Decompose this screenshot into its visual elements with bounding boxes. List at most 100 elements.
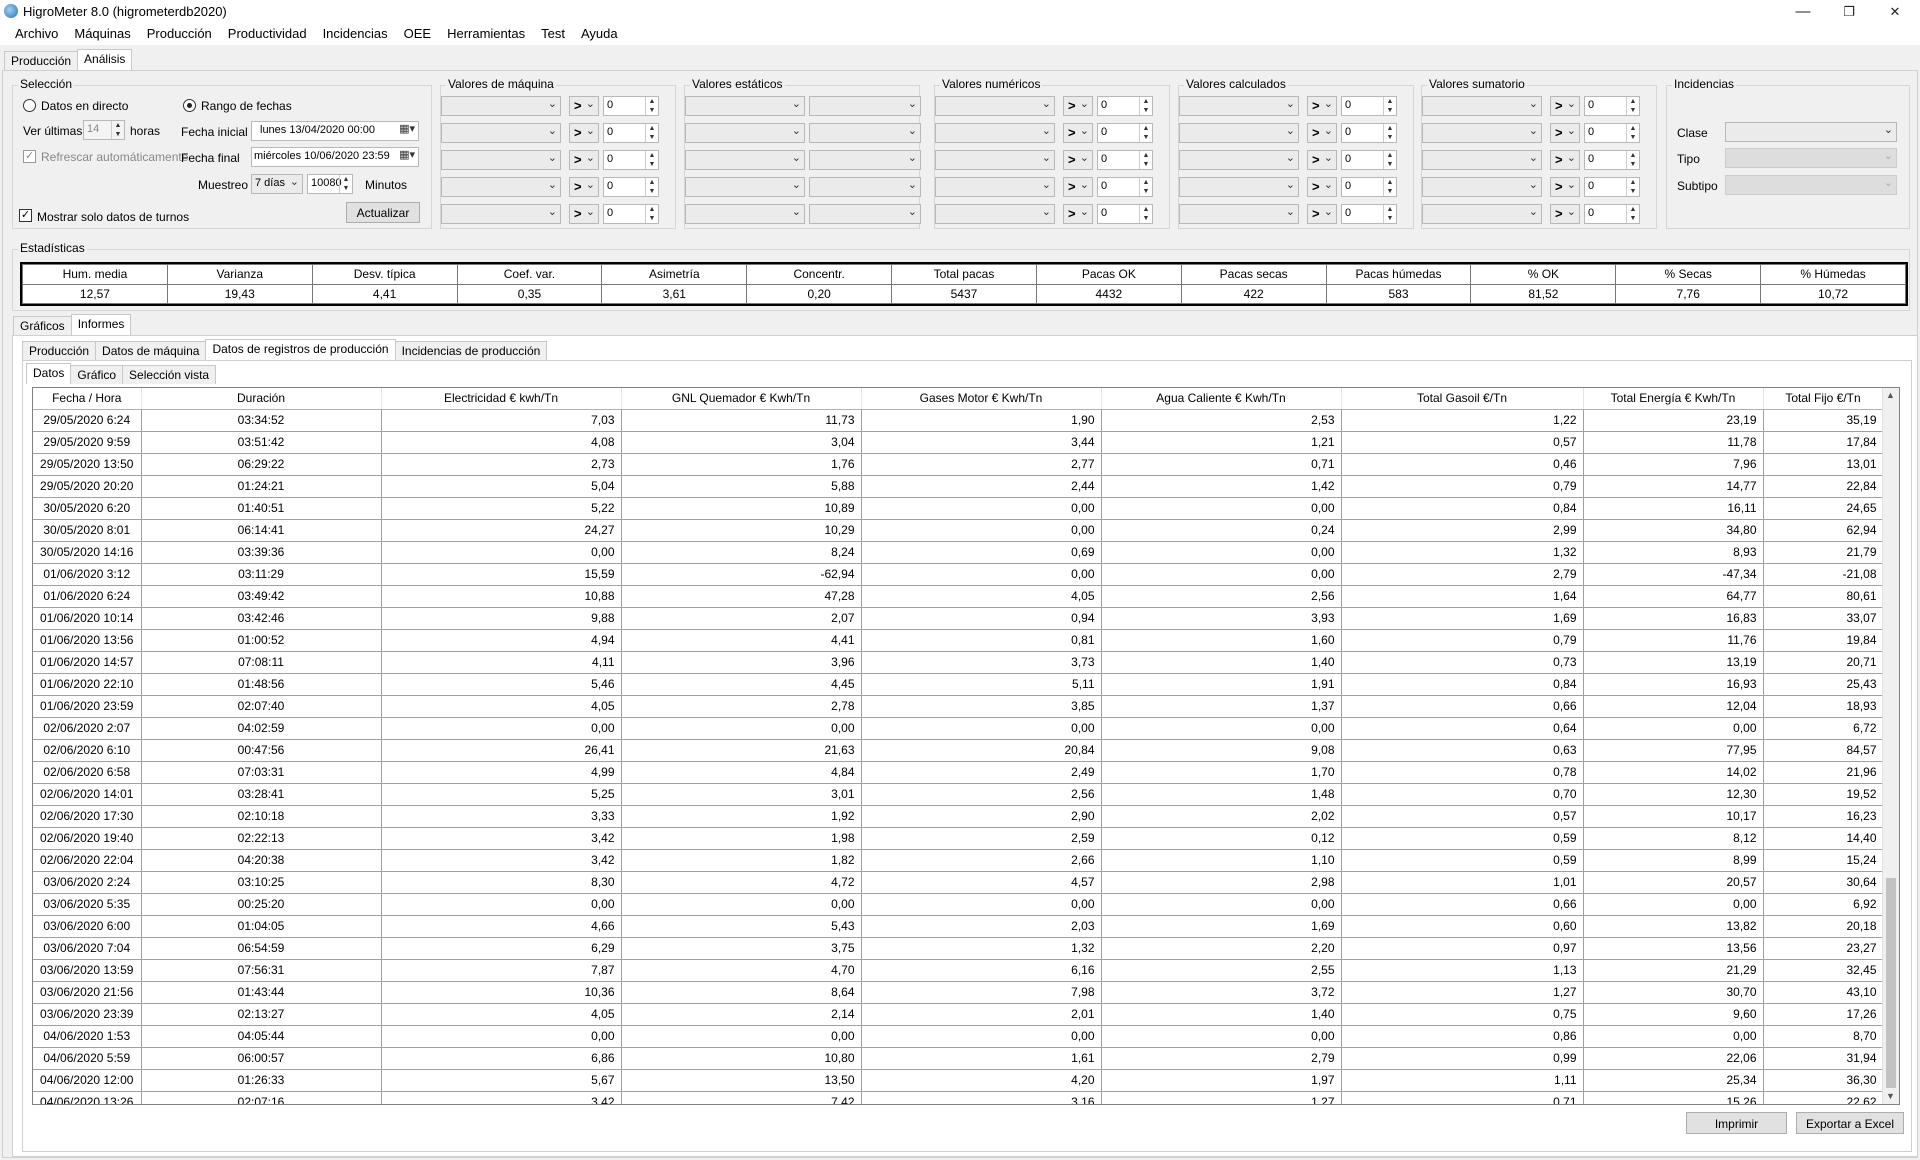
table-row[interactable]: 02/06/2020 14:01 03:28:41 5,25 3,01 2,56 1,48… xyxy=(33,783,1884,806)
scroll-thumb[interactable] xyxy=(1886,878,1896,1088)
operator-select[interactable]: > ⌄ xyxy=(1550,204,1580,224)
minutos-input[interactable]: 10080 ▲ ▼ xyxy=(307,174,353,194)
threshold-input[interactable]: 0 ▲ ▼ xyxy=(1097,150,1153,170)
operator-select[interactable]: > ⌄ xyxy=(1307,96,1337,116)
table-row[interactable]: 02/06/2020 2:07 04:02:59 0,00 0,00 0,00 0,00 0… xyxy=(33,717,1884,740)
threshold-input[interactable]: 0 ▲ ▼ xyxy=(1097,96,1153,116)
variable-select[interactable]: ⌄ xyxy=(1179,96,1299,116)
tab-datos-maquina[interactable]: Datos de máquina xyxy=(95,341,207,360)
table-row[interactable]: 30/05/2020 14:16 03:39:36 0,00 8,24 0,69 0,00… xyxy=(33,541,1884,564)
variable-select[interactable]: ⌄ xyxy=(1422,204,1542,224)
threshold-spinner[interactable]: ▲ ▼ xyxy=(1626,178,1639,196)
tab-informes[interactable]: Informes xyxy=(70,314,132,335)
variable-select[interactable]: ⌄ xyxy=(935,96,1055,116)
tab-seleccion-vista[interactable]: Selección vista xyxy=(122,365,217,384)
threshold-input[interactable]: 0 ▲ ▼ xyxy=(1584,123,1640,143)
operator-select[interactable]: > ⌄ xyxy=(1550,177,1580,197)
table-row[interactable]: 04/06/2020 5:59 06:00:57 6,86 10,80 1,61 2,79… xyxy=(33,1047,1884,1070)
menu-productividad[interactable]: Productividad xyxy=(221,23,316,45)
threshold-spinner[interactable]: ▲ ▼ xyxy=(1626,97,1639,115)
menu-herramientas[interactable]: Herramientas xyxy=(440,23,534,45)
threshold-spinner[interactable]: ▲ ▼ xyxy=(1383,178,1396,196)
threshold-input[interactable]: 0 ▲ ▼ xyxy=(1584,204,1640,224)
threshold-spinner[interactable]: ▲ ▼ xyxy=(1139,97,1152,115)
operator-select[interactable]: > ⌄ xyxy=(1307,150,1337,170)
threshold-input[interactable]: 0 ▲ ▼ xyxy=(1097,204,1153,224)
variable-select[interactable]: ⌄ xyxy=(1422,123,1542,143)
tab-produccion[interactable]: Producción xyxy=(4,51,79,70)
tab-analisis[interactable]: Análisis xyxy=(77,49,133,70)
threshold-input[interactable]: 0 ▲ ▼ xyxy=(1341,204,1397,224)
operator-select[interactable]: > ⌄ xyxy=(569,204,599,224)
threshold-spinner[interactable]: ▲ ▼ xyxy=(1383,151,1396,169)
column-header[interactable]: Fecha / Hora xyxy=(33,388,142,410)
column-header[interactable]: Total Fijo €/Tn xyxy=(1763,388,1884,410)
threshold-spinner[interactable]: ▲ ▼ xyxy=(1383,205,1396,223)
variable-select[interactable]: ⌄ xyxy=(441,123,561,143)
threshold-spinner[interactable]: ▲ ▼ xyxy=(645,97,658,115)
menu-test[interactable]: Test xyxy=(534,23,574,45)
table-row[interactable]: 03/06/2020 13:59 07:56:31 7,87 4,70 6,16 2,55… xyxy=(33,959,1884,982)
threshold-spinner[interactable]: ▲ ▼ xyxy=(1139,178,1152,196)
tab-incidencias-produccion[interactable]: Incidencias de producción xyxy=(394,341,548,360)
table-row[interactable]: 01/06/2020 23:59 02:07:40 4,05 2,78 3,85 1,37… xyxy=(33,695,1884,718)
minutos-spinner[interactable]: ▲ ▼ xyxy=(339,175,352,193)
table-row[interactable]: 04/06/2020 1:53 04:05:44 0,00 0,00 0,00 0,00 0… xyxy=(33,1025,1884,1048)
threshold-spinner[interactable]: ▲ ▼ xyxy=(1139,205,1152,223)
operator-select[interactable]: > ⌄ xyxy=(569,96,599,116)
operator-select[interactable]: > ⌄ xyxy=(1307,177,1337,197)
table-row[interactable]: 01/06/2020 13:56 01:00:52 4,94 4,41 0,81 1,60… xyxy=(33,629,1884,652)
operator-select[interactable]: > ⌄ xyxy=(569,123,599,143)
static-value-select[interactable]: ⌄ xyxy=(685,96,805,116)
variable-select[interactable]: ⌄ xyxy=(441,204,561,224)
exportar-excel-button[interactable]: Exportar a Excel xyxy=(1796,1112,1904,1134)
close-icon[interactable]: ✕ xyxy=(1872,0,1918,23)
static-value-select[interactable]: ⌄ xyxy=(809,204,921,224)
fecha-inicial-picker[interactable]: lunes 13/04/2020 00:00 ▦▾ xyxy=(251,121,419,141)
operator-select[interactable]: > ⌄ xyxy=(1063,150,1093,170)
threshold-input[interactable]: 0 ▲ ▼ xyxy=(1584,150,1640,170)
table-row[interactable]: 29/05/2020 20:20 01:24:21 5,04 5,88 2,44 1,42… xyxy=(33,475,1884,498)
table-row[interactable]: 29/05/2020 6:24 03:34:52 7,03 11,73 1,90 2,53… xyxy=(33,409,1884,432)
menu-ayuda[interactable]: Ayuda xyxy=(574,23,627,45)
table-row[interactable]: 01/06/2020 6:24 03:49:42 10,88 47,28 4,05 2,5… xyxy=(33,585,1884,608)
table-row[interactable]: 01/06/2020 14:57 07:08:11 4,11 3,96 3,73 1,40… xyxy=(33,651,1884,674)
table-row[interactable]: 01/06/2020 3:12 03:11:29 15,59 -62,94 0,00 0,… xyxy=(33,563,1884,586)
muestreo-select[interactable]: 7 días ⌄ xyxy=(251,174,303,194)
table-row[interactable]: 29/05/2020 13:50 06:29:22 2,73 1,76 2,77 0,71… xyxy=(33,453,1884,476)
static-value-select[interactable]: ⌄ xyxy=(809,150,921,170)
imprimir-button[interactable]: Imprimir xyxy=(1686,1112,1787,1134)
table-row[interactable]: 01/06/2020 10:14 03:42:46 9,88 2,07 0,94 3,93… xyxy=(33,607,1884,630)
static-value-select[interactable]: ⌄ xyxy=(685,204,805,224)
operator-select[interactable]: > ⌄ xyxy=(1063,123,1093,143)
operator-select[interactable]: > ⌄ xyxy=(1063,96,1093,116)
column-header[interactable]: GNL Quemador € Kwh/Tn xyxy=(621,388,862,410)
table-row[interactable]: 29/05/2020 9:59 03:51:42 4,08 3,04 3,44 1,21 0… xyxy=(33,431,1884,454)
table-row[interactable]: 04/06/2020 12:00 01:26:33 5,67 13,50 4,20 1,9… xyxy=(33,1069,1884,1092)
variable-select[interactable]: ⌄ xyxy=(935,204,1055,224)
threshold-spinner[interactable]: ▲ ▼ xyxy=(1383,97,1396,115)
rango-fechas-radio[interactable] xyxy=(183,99,196,112)
variable-select[interactable]: ⌄ xyxy=(441,177,561,197)
threshold-input[interactable]: 0 ▲ ▼ xyxy=(1097,123,1153,143)
threshold-spinner[interactable]: ▲ ▼ xyxy=(645,124,658,142)
variable-select[interactable]: ⌄ xyxy=(935,177,1055,197)
threshold-input[interactable]: 0 ▲ ▼ xyxy=(1584,96,1640,116)
variable-select[interactable]: ⌄ xyxy=(1422,96,1542,116)
tab-datos-registros[interactable]: Datos de registros de producción xyxy=(205,339,396,360)
variable-select[interactable]: ⌄ xyxy=(1179,150,1299,170)
operator-select[interactable]: > ⌄ xyxy=(569,177,599,197)
variable-select[interactable]: ⌄ xyxy=(935,150,1055,170)
table-row[interactable]: 03/06/2020 21:56 01:43:44 10,36 8,64 7,98 3,7… xyxy=(33,981,1884,1004)
threshold-input[interactable]: 0 ▲ ▼ xyxy=(603,123,659,143)
variable-select[interactable]: ⌄ xyxy=(1179,204,1299,224)
datos-directo-radio[interactable] xyxy=(23,99,36,112)
table-row[interactable]: 02/06/2020 6:10 00:47:56 26,41 21,63 20,84 9,… xyxy=(33,739,1884,762)
static-value-select[interactable]: ⌄ xyxy=(809,177,921,197)
table-row[interactable]: 01/06/2020 22:10 01:48:56 5,46 4,45 5,11 1,91… xyxy=(33,673,1884,696)
operator-select[interactable]: > ⌄ xyxy=(1307,204,1337,224)
subtipo-select[interactable]: ⌄ xyxy=(1725,175,1897,195)
static-value-select[interactable]: ⌄ xyxy=(685,123,805,143)
operator-select[interactable]: > ⌄ xyxy=(1550,123,1580,143)
actualizar-button[interactable]: Actualizar xyxy=(346,202,420,223)
